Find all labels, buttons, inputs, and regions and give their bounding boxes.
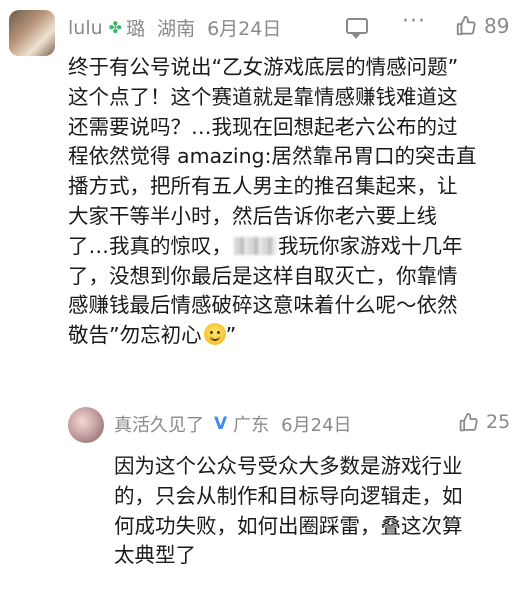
like-count: 89 [484, 14, 510, 38]
avatar[interactable] [68, 407, 104, 443]
comment-line: 感赚钱最后情感破碎这意味着什么呢～依然 [68, 293, 458, 318]
comment-line: 播方式，把所有五人男主的推召集起来，让 [68, 174, 458, 199]
reply-line: 因为这个公众号受众大多数是游戏行业 [114, 454, 463, 478]
smile-emoji-icon [203, 323, 226, 346]
like-button[interactable]: 89 [455, 14, 509, 38]
comment-meta: lulu ✤ 璐 湖南 6月24日 [68, 14, 281, 41]
clover-badge-icon: ✤ [108, 18, 123, 37]
comment-line-part: 敬告”勿忘初心 [68, 323, 202, 348]
badge-text: 璐 [126, 18, 146, 40]
reply-line: 太典型了 [114, 543, 196, 568]
comment-line-part: 我玩你家游戏十几年 [278, 233, 463, 258]
comment-line: 终于有公号说出“乙女游戏底层的情感问题” [68, 55, 459, 79]
location: 湖南 [157, 18, 196, 40]
comment-line: 大家干等半小时，然后告诉你老六要上线 [68, 203, 437, 228]
redacted-text [234, 236, 276, 255]
reply-icon[interactable] [346, 18, 368, 39]
location: 广东 [233, 415, 270, 436]
date: 6月24日 [281, 415, 352, 436]
comment-line: 这个点了！这个赛道就是靠情感赚钱难道这 [68, 84, 458, 109]
username[interactable]: 真活久见了 [114, 411, 204, 437]
comment-line: 程依然觉得 amazing:居然靠吊胃口的突击直 [68, 144, 477, 169]
comment-line: 还需要说吗？…我现在回想起老六公布的过 [68, 114, 458, 139]
like-count: 25 [486, 411, 511, 433]
reply-line: 的，只会从制作和目标导向逻辑走，如 [114, 483, 463, 508]
comment-line: 了，没想到你最后是这样自取灭亡，你靠情 [68, 263, 458, 288]
more-options-icon[interactable]: ··· [402, 9, 426, 34]
verified-v-icon: Ⅴ [214, 414, 228, 434]
comment-line: 了…我真的惊叹， 我玩你家游戏十几年 [68, 232, 513, 262]
username[interactable]: lulu [68, 17, 103, 39]
comment-line-part: ” [225, 323, 237, 348]
date: 6月24日 [207, 18, 282, 40]
reply-line: 何成功失败，如何出圈踩雷，叠这次算 [114, 513, 463, 538]
comment-line-part: 了…我真的惊叹， [68, 233, 232, 258]
comment-body: 终于有公号说出“乙女游戏底层的情感问题” 这个点了！这个赛道就是靠情感赚钱难道这… [68, 53, 513, 351]
comment-line: 敬告”勿忘初心 ” [68, 321, 513, 351]
reply-meta: 真活久见了 Ⅴ 广东 6月24日 [114, 411, 352, 437]
reply-body: 因为这个公众号受众大多数是游戏行业 的，只会从制作和目标导向逻辑走，如 何成功失… [114, 452, 514, 571]
thumbs-up-icon [456, 15, 476, 36]
like-button[interactable]: 25 [458, 411, 510, 433]
thumbs-up-icon [459, 412, 478, 431]
avatar[interactable] [9, 10, 55, 56]
